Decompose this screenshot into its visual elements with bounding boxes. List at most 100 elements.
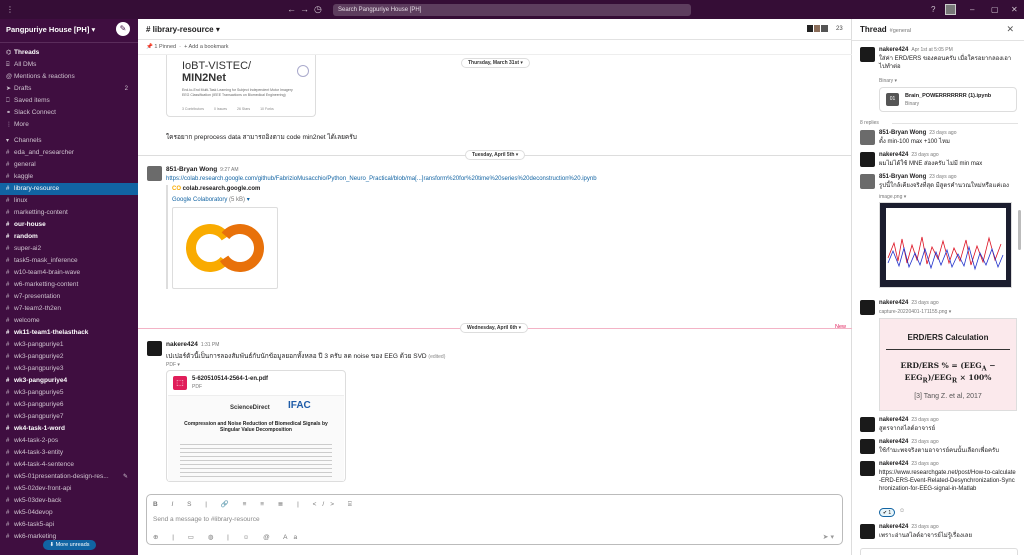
channel-item-library-resource[interactable]: # library-resource	[0, 183, 138, 195]
channel-item-wk3-pangpuriye5[interactable]: # wk3-pangpuriye5	[0, 387, 138, 399]
eeg-plot-image[interactable]	[879, 202, 1012, 288]
erd-formula-image[interactable]: ERD/ERS Calculation ERD/ERS % = (EEGA − …	[879, 318, 1017, 411]
pinned-link[interactable]: 1 Pinned	[154, 44, 176, 50]
channels-header[interactable]: ▾ Channels	[0, 135, 138, 147]
channel-item-wk11-team1-thelasthack[interactable]: # wk11-team1-thelasthack	[0, 327, 138, 339]
channel-item-wk5-04devop[interactable]: # wk5-04devop	[0, 507, 138, 519]
channel-item-linux[interactable]: # linux	[0, 195, 138, 207]
edit-icon[interactable]: ✎	[123, 471, 128, 483]
avatar[interactable]	[860, 461, 875, 476]
arrow-right-icon[interactable]: →	[300, 4, 309, 15]
date-pill[interactable]: Tuesday, April 5th ▾	[465, 150, 526, 160]
attachment-label[interactable]: PDF ▾	[166, 362, 180, 368]
thread-author[interactable]: nakere424 23 days ago	[879, 461, 939, 467]
channel-item-wk3-pangpuriye2[interactable]: # wk3-pangpuriye2	[0, 351, 138, 363]
compose-icon[interactable]: ✎	[116, 22, 130, 36]
channel-item-eda-and-researcher[interactable]: # eda_and_researcher	[0, 147, 138, 159]
channel-item-wk5-02dev-front-api[interactable]: # wk5-02dev-front-api	[0, 483, 138, 495]
avatar[interactable]	[860, 152, 875, 167]
colab-logo-image[interactable]	[172, 207, 278, 289]
channel-item-task5-mask-inference[interactable]: # task5-mask_inference	[0, 255, 138, 267]
send-icon[interactable]: ➤ ▾	[823, 533, 834, 541]
maximize-icon[interactable]: ▢	[991, 4, 999, 15]
channel-item-wk3-pangpuriye4[interactable]: # wk3-pangpuriye4	[0, 375, 138, 387]
avatar[interactable]	[860, 174, 875, 189]
thread-author[interactable]: nakere424 23 days ago	[879, 152, 939, 158]
workspace-name[interactable]: Pangpuriye House [PH] ▾	[6, 25, 95, 34]
channel-item-wk4-task-3-entity[interactable]: # wk4-task-3-entity	[0, 447, 138, 459]
avatar[interactable]	[860, 417, 875, 432]
nav-item-more[interactable]: ⋮ More	[0, 119, 138, 131]
channel-item-wk4-task-2-pos[interactable]: # wk4-task-2-pos	[0, 435, 138, 447]
clock-icon[interactable]: ◷	[314, 4, 322, 15]
reaction-checkmark[interactable]: ✔ 1	[879, 508, 895, 517]
channel-item-general[interactable]: # general	[0, 159, 138, 171]
avatar[interactable]	[860, 524, 875, 539]
formatting-toolbar[interactable]: B I S | 🔗 ≡ ≡ ≣ | </> ⌸	[153, 500, 358, 509]
close-icon[interactable]: ✕	[1006, 24, 1014, 35]
pdf-filename[interactable]: 5-620510514-2564-1-en.pdf	[192, 376, 268, 382]
channel-item-kaggle[interactable]: # kaggle	[0, 171, 138, 183]
channel-item-wk5-01presentation-design-res-[interactable]: # wk5-01presentation-design-res... ✎	[0, 471, 138, 483]
thread-author[interactable]: nakere424 23 days ago	[879, 524, 939, 530]
add-bookmark-link[interactable]: + Add a bookmark	[184, 44, 229, 50]
message-input[interactable]: Send a message to #library-resource	[153, 516, 260, 523]
channel-item-wk3-pangpuriye3[interactable]: # wk3-pangpuriye3	[0, 363, 138, 375]
message-author[interactable]: 851-Bryan Wong 9:27 AM	[166, 166, 239, 173]
nav-item-mentions-reactions[interactable]: @ Mentions & reactions	[0, 71, 138, 83]
reply-composer[interactable]	[860, 548, 1018, 555]
user-avatar[interactable]	[945, 4, 956, 15]
link-site[interactable]: CO colab.research.google.com	[172, 186, 260, 192]
channel-item-w10-team4-brain-wave[interactable]: # w10-team4-brain-wave	[0, 267, 138, 279]
avatar[interactable]	[860, 130, 875, 145]
nav-item-slack-connect[interactable]: ⚭ Slack Connect	[0, 107, 138, 119]
thread-author[interactable]: nakere424 23 days ago	[879, 300, 939, 306]
help-icon[interactable]: ?	[931, 4, 935, 15]
channel-item-w7-team2-th2en[interactable]: # w7-team2-th2en	[0, 303, 138, 315]
nav-item-drafts[interactable]: ➤ Drafts 2	[0, 83, 138, 95]
thread-author[interactable]: nakere424 23 days ago	[879, 439, 939, 445]
thread-link[interactable]: https://www.researchgate.net/post/How-to…	[879, 469, 1017, 493]
avatar[interactable]	[860, 300, 875, 315]
channel-item-wk4-task-1-word[interactable]: # wk4-task-1-word	[0, 423, 138, 435]
channel-item-super-ai2[interactable]: # super-ai2	[0, 243, 138, 255]
composer-actions[interactable]: ⊕ | ▭ ◍ | ☺ @ Aa	[153, 533, 303, 541]
more-unreads-button[interactable]: ⬇ More unreads	[43, 540, 96, 550]
nav-item-all-dms[interactable]: ⌸ All DMs	[0, 59, 138, 71]
search-input[interactable]: Search Pangpuriye House [PH]	[333, 4, 691, 16]
file-meta[interactable]: capture-20220401-171155.png ▾	[879, 309, 951, 315]
channel-item-w6-marketting-content[interactable]: # w6-marketting-content	[0, 279, 138, 291]
avatar[interactable]	[147, 341, 162, 356]
channel-item-marketting-content[interactable]: # marketting-content	[0, 207, 138, 219]
date-pill[interactable]: Thursday, March 31st ▾	[461, 58, 530, 68]
avatar[interactable]	[147, 166, 162, 181]
file-name[interactable]: Brain_POWERRRRRRR (1).ipynb	[905, 93, 991, 99]
file-meta[interactable]: Binary ▾	[879, 78, 897, 84]
channel-item-welcome[interactable]: # welcome	[0, 315, 138, 327]
channel-item-random[interactable]: # random	[0, 231, 138, 243]
member-count[interactable]: 23	[836, 26, 843, 32]
arrow-left-icon[interactable]: ←	[287, 4, 296, 15]
channel-item-wk3-pangpuriye6[interactable]: # wk3-pangpuriye6	[0, 399, 138, 411]
channel-item-wk4-task-4-sentence[interactable]: # wk4-task-4-sentence	[0, 459, 138, 471]
pdf-attachment[interactable]: ⬚ 5-620510514-2564-1-en.pdf PDF ScienceD…	[166, 370, 346, 482]
file-attachment[interactable]: 01 Brain_POWERRRRRRR (1).ipynb Binary	[879, 87, 1017, 112]
channel-item-wk3-pangpuriye1[interactable]: # wk3-pangpuriye1	[0, 339, 138, 351]
close-window-icon[interactable]: ✕	[1011, 4, 1018, 15]
thread-author[interactable]: nakere424 Apr 1st at 5:05 PM	[879, 47, 953, 53]
add-reaction-icon[interactable]: ☺	[899, 508, 905, 514]
message-author[interactable]: nakere424 1:31 PM	[166, 341, 219, 348]
channel-item-wk6-task5-api[interactable]: # wk6-task5-api	[0, 519, 138, 531]
avatar[interactable]	[860, 47, 875, 62]
thread-author[interactable]: 851-Bryan Wong 23 days ago	[879, 174, 956, 180]
thread-author[interactable]: 851-Bryan Wong 23 days ago	[879, 130, 956, 136]
file-meta[interactable]: image.png ▾	[879, 194, 906, 200]
minimize-icon[interactable]: –	[970, 4, 974, 15]
member-avatars[interactable]	[806, 24, 829, 35]
channel-item-wk5-03dev-back[interactable]: # wk5-03dev-back	[0, 495, 138, 507]
channel-item-w7-presentation[interactable]: # w7-presentation	[0, 291, 138, 303]
thread-scrollbar[interactable]	[1018, 210, 1021, 250]
date-pill[interactable]: Wednesday, April 6th ▾	[460, 323, 529, 333]
avatar[interactable]	[860, 439, 875, 454]
message-link[interactable]: https://colab.research.google.com/github…	[166, 176, 597, 182]
